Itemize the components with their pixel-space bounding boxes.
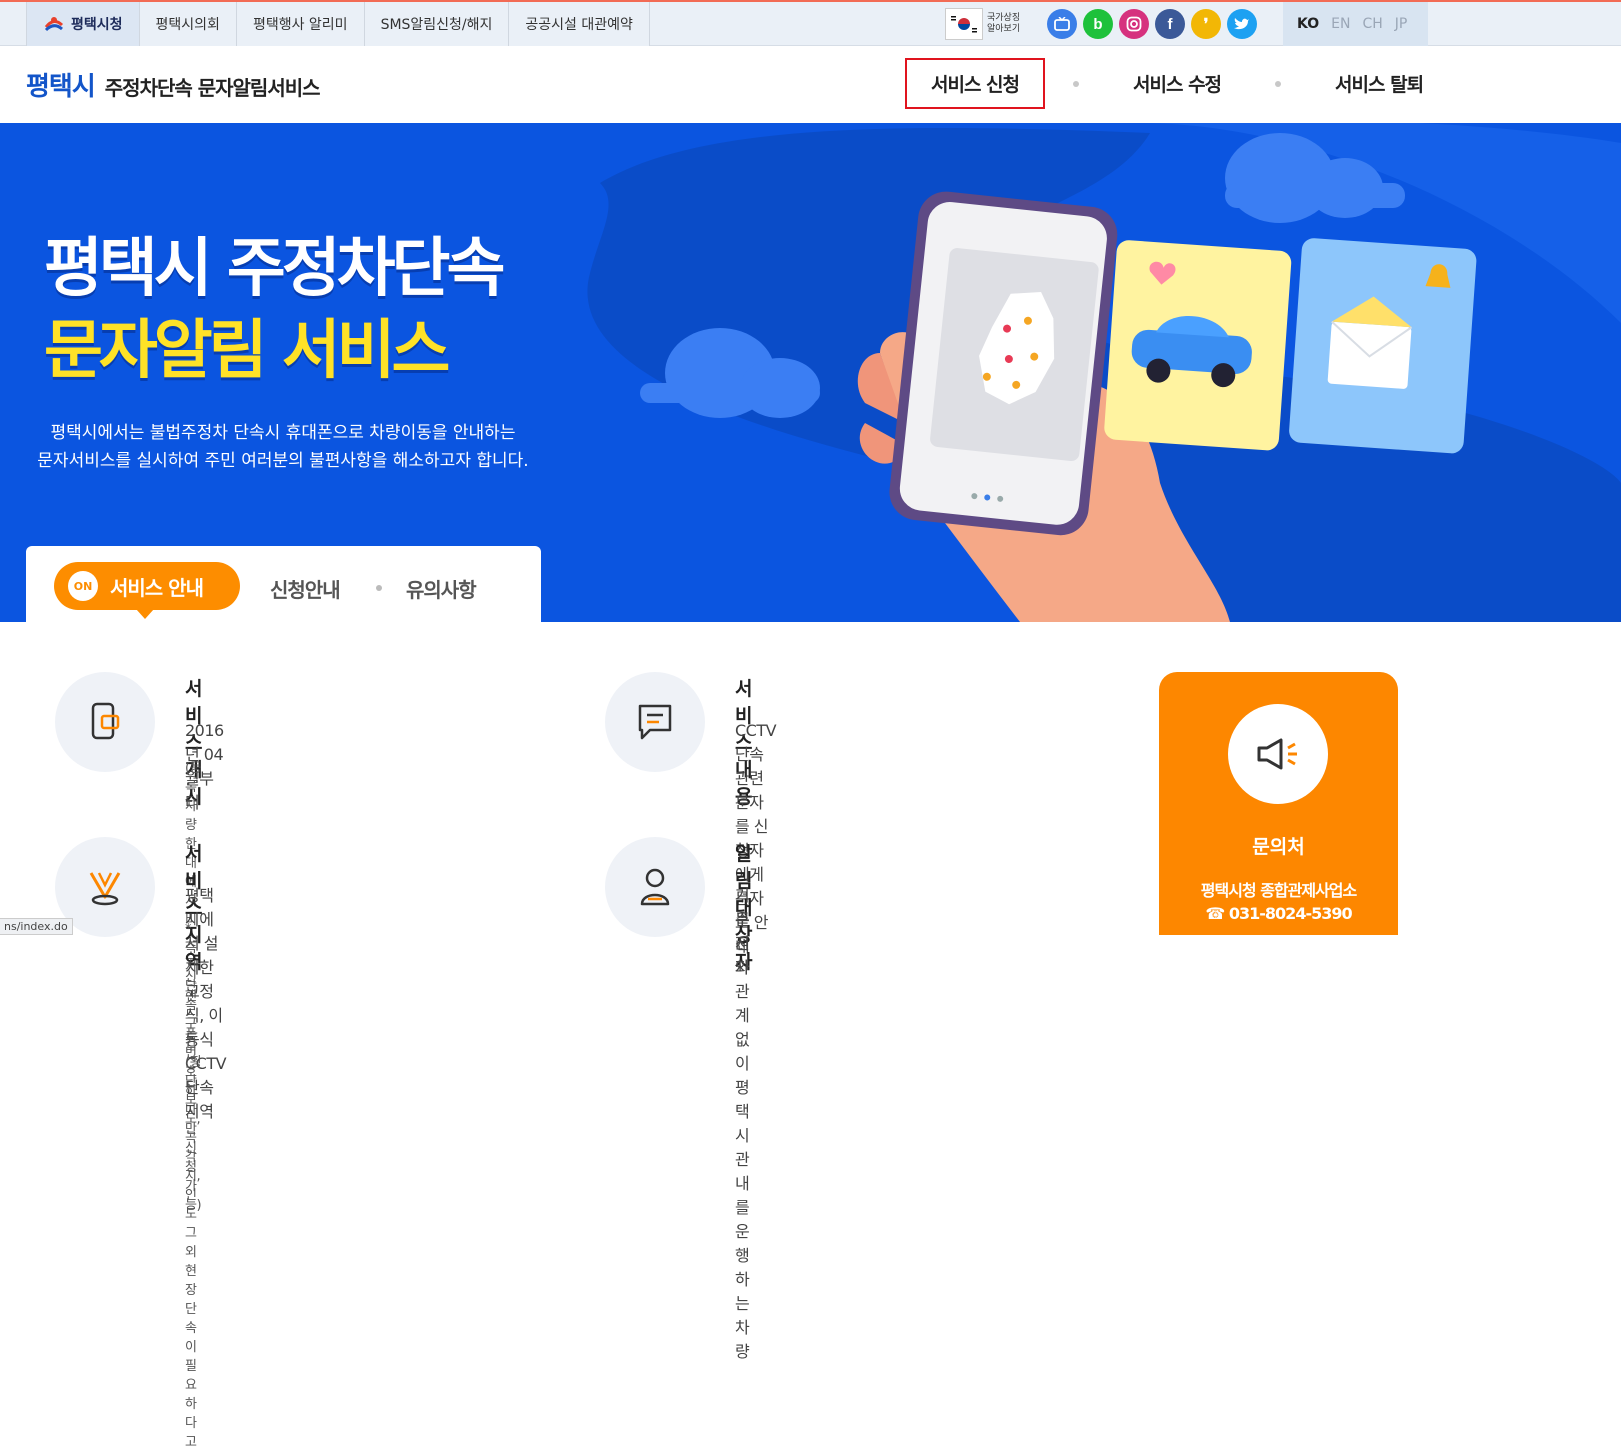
contact-phone[interactable]: ☎ 031-8024-5390	[1159, 904, 1398, 923]
language-selector: KO EN CH JP	[1283, 2, 1428, 46]
tab-sms-subscribe[interactable]: SMS알림신청/해지	[364, 2, 510, 46]
lang-en[interactable]: EN	[1331, 16, 1350, 32]
tab-label: SMS알림신청/해지	[380, 17, 493, 33]
contact-organization: 평택시청 종합관제사업소	[1200, 881, 1358, 900]
lang-ko[interactable]: KO	[1297, 16, 1319, 32]
contact-title: 문의처	[1252, 836, 1305, 858]
instagram-icon[interactable]	[1119, 9, 1149, 39]
smartphone-icon	[889, 191, 1118, 536]
tab-separator	[376, 585, 382, 591]
hero-description: 평택시에서는 불법주정차 단속시 휴대폰으로 차량이동을 안내하는 문자서비스를…	[28, 419, 538, 475]
hero-title-line2: 문자알림 서비스	[44, 314, 450, 388]
lang-ch[interactable]: CH	[1362, 16, 1382, 32]
tab-label: 서비스 안내	[110, 575, 204, 600]
target-text-line2: 운전자	[735, 910, 750, 977]
area-note: * 즉시단속구간(횡단보도,곡각지,인도 그외 현장단속이 필요하다고	[185, 922, 202, 1450]
brand-service-name: 주정차단속 문자알림서비스	[104, 76, 321, 100]
nav-service-withdraw[interactable]: 서비스 탈퇴	[1309, 60, 1449, 107]
megaphone-icon	[1228, 704, 1328, 804]
hero-title-line1: 평택시 주정차단속	[44, 232, 505, 306]
lang-jp[interactable]: JP	[1395, 16, 1408, 32]
tab-event-alarm[interactable]: 평택행사 알리미	[236, 2, 365, 46]
kakaostory-icon[interactable]: ❜	[1191, 9, 1221, 39]
mobile-icon	[55, 672, 155, 772]
hero-desc-line1: 평택시에서는 불법주정차 단속시 휴대폰으로 차량이동을 안내하는	[50, 423, 516, 443]
national-symbol-text: 국가상징 알아보기	[987, 13, 1021, 34]
message-icon	[605, 672, 705, 772]
tab-service-guide[interactable]: ON 서비스 안내	[54, 562, 240, 619]
blog-icon[interactable]: b	[1083, 9, 1113, 39]
tv-icon[interactable]	[1047, 9, 1077, 39]
tab-facility-reservation[interactable]: 공공시설 대관예약	[509, 2, 650, 46]
nav-service-apply[interactable]: 서비스 신청	[905, 58, 1046, 109]
tab-label: 평택행사 알리미	[252, 17, 348, 33]
active-tab-pointer	[136, 609, 154, 619]
car-card-icon	[1104, 240, 1292, 451]
tab-pyeongtaek-city-hall[interactable]: 평택시청	[27, 2, 140, 46]
nav-separator	[1275, 80, 1282, 87]
top-utility-bar: 평택시청 평택시의회 평택행사 알리미 SMS알림신청/해지 공공시설 대관예약…	[0, 0, 1621, 46]
twitter-icon[interactable]	[1227, 9, 1257, 39]
mail-card-icon	[1289, 238, 1477, 454]
tab-label: 공공시설 대관예약	[525, 17, 633, 33]
tab-label: 평택시의회	[155, 17, 220, 33]
tab-city-council[interactable]: 평택시의회	[139, 2, 237, 46]
content-tabs: ON 서비스 안내 신청안내 유의사항	[26, 546, 541, 622]
korean-flag-icon	[945, 8, 983, 40]
nav-service-modify[interactable]: 서비스 수정	[1107, 60, 1247, 107]
city-logo-icon	[44, 17, 64, 32]
site-logo[interactable]: 평택시 주정차단속 문자알림서비스	[26, 66, 321, 103]
nav-separator	[1073, 80, 1080, 87]
tab-notes[interactable]: 유의사항	[406, 574, 477, 603]
contact-card: 문의처 평택시청 종합관제사업소 ☎ 031-8024-5390	[1159, 672, 1398, 935]
tab-label: 평택시청	[71, 17, 123, 33]
site-header: 평택시 주정차단속 문자알림서비스 서비스 신청 서비스 수정 서비스 탈퇴	[0, 46, 1621, 123]
brand-city: 평택시	[26, 72, 96, 102]
national-symbol-link[interactable]: 국가상징 알아보기	[945, 8, 1025, 40]
facebook-icon[interactable]: f	[1155, 9, 1185, 39]
tab-apply-guide[interactable]: 신청안내	[270, 574, 341, 603]
main-nav: 서비스 신청 서비스 수정 서비스 탈퇴	[905, 58, 1449, 109]
hero-desc-line2: 문자서비스를 실시하여 주민 여러분의 불편사항을 해소하고자 합니다.	[37, 451, 529, 471]
on-badge: ON	[68, 571, 98, 601]
person-icon	[605, 837, 705, 937]
site-tabs: 평택시청 평택시의회 평택행사 알리미 SMS알림신청/해지 공공시설 대관예약	[26, 2, 650, 46]
browser-status-url: ns/index.do	[0, 918, 73, 935]
sns-links: b f ❜	[1047, 9, 1257, 39]
